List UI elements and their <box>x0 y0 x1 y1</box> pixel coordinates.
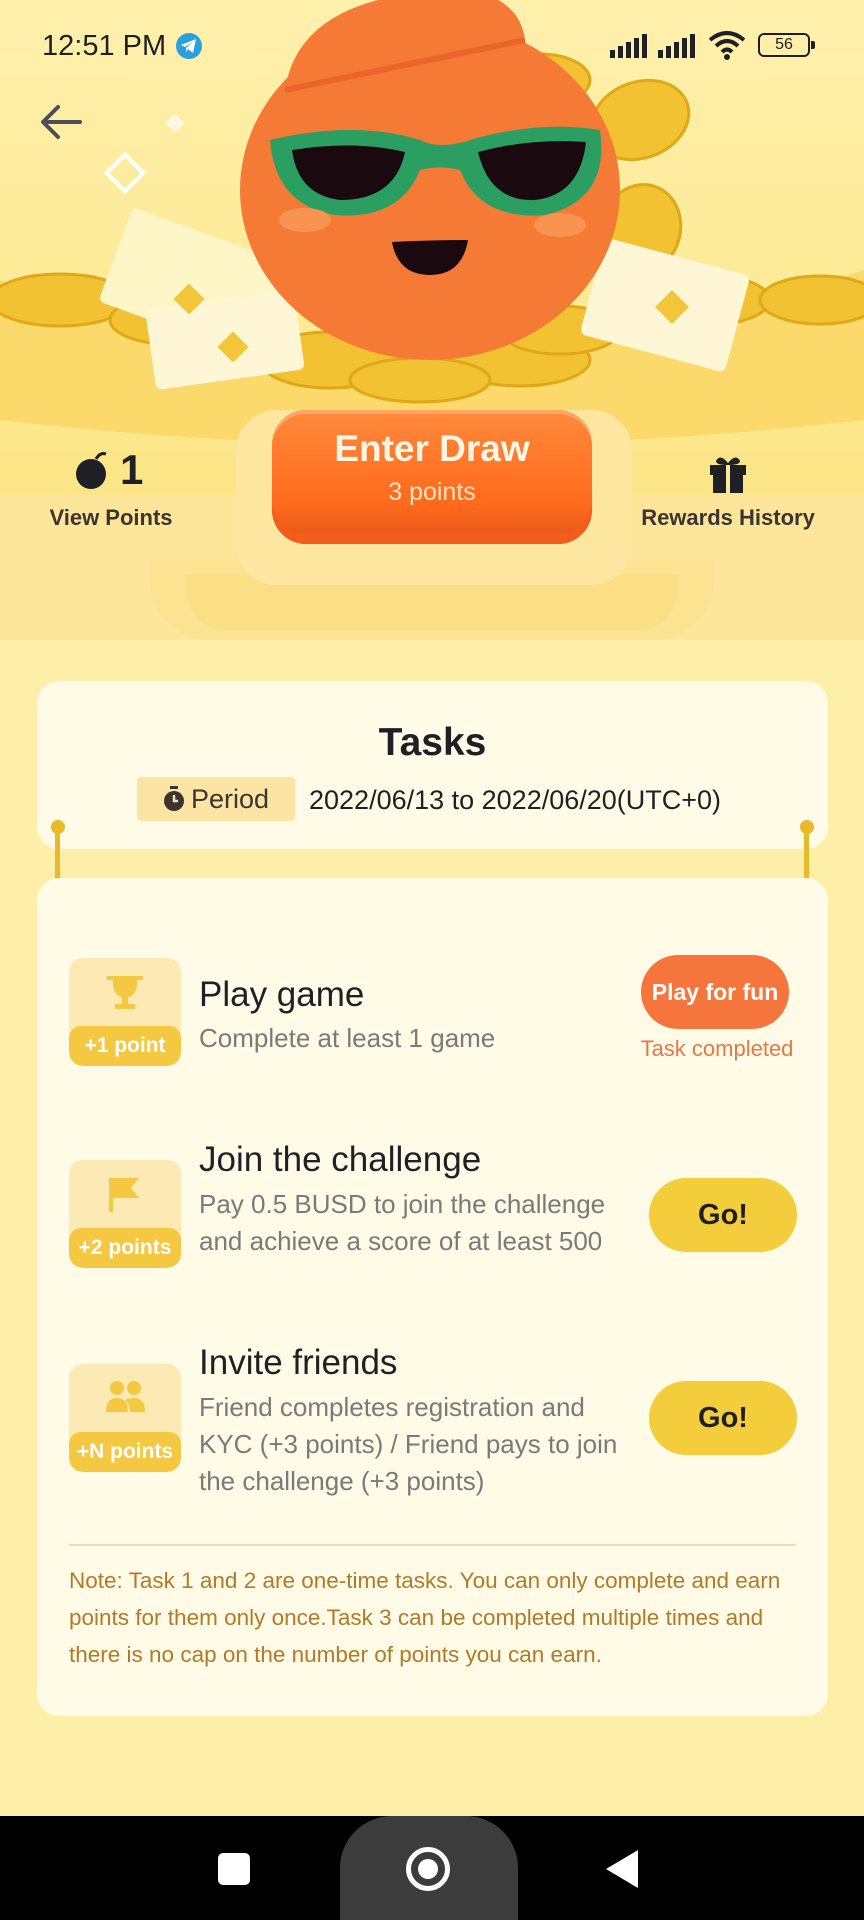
enter-draw-label: Enter Draw <box>334 428 530 469</box>
status-bar: 12:51 PM 56 <box>0 0 864 90</box>
wifi-icon <box>708 31 746 60</box>
enter-draw-button[interactable]: Enter Draw 3 points <box>272 410 592 544</box>
task-description: Complete at least 1 game <box>199 1023 496 1053</box>
points-badge: +1 point <box>69 1026 181 1066</box>
task-badge: +N points <box>69 1364 181 1472</box>
tasks-header-card: Tasks Period 2022/06/13 to 2022/06/20(UT… <box>37 681 828 849</box>
home-circle-icon[interactable] <box>406 1847 450 1891</box>
go-button[interactable]: Go! <box>649 1178 797 1252</box>
back-arrow-icon[interactable] <box>36 100 86 144</box>
task-title: Invite friends <box>199 1343 398 1382</box>
task-description: Friend completes registration and KYC (+… <box>199 1392 618 1496</box>
tasks-note: Note: Task 1 and 2 are one-time tasks. Y… <box>69 1568 781 1667</box>
timer-icon <box>164 786 184 811</box>
task-status: Task completed <box>640 1036 794 1061</box>
view-points-label[interactable]: View Points <box>30 505 192 531</box>
task-badge: +2 points <box>69 1160 181 1268</box>
period-label: Period <box>191 783 270 814</box>
view-points-button[interactable]: 1 <box>74 446 144 493</box>
hanger-cap-right-top <box>800 820 814 834</box>
divider <box>69 1544 796 1546</box>
signal-icon-2 <box>658 34 695 58</box>
flag-icon <box>109 1178 139 1212</box>
status-time: 12:51 PM <box>42 30 167 62</box>
tasks-card: +1 point Play game Complete at least 1 g… <box>37 878 828 1716</box>
play-for-fun-button[interactable]: Play for fun <box>641 955 789 1029</box>
users-icon <box>106 1381 145 1412</box>
tasks-title: Tasks <box>378 721 487 764</box>
rewards-history-link[interactable]: Rewards History <box>630 505 826 531</box>
task-title: Play game <box>199 975 365 1014</box>
recents-square-icon[interactable] <box>218 1853 250 1885</box>
task-description: Pay 0.5 BUSD to join the challenge and a… <box>199 1189 606 1256</box>
task-badge: +1 point <box>69 958 181 1066</box>
signal-icon-1 <box>610 34 647 58</box>
points-badge: +N points <box>69 1432 181 1472</box>
period-range: 2022/06/13 to 2022/06/20(UTC+0) <box>309 785 722 815</box>
bomb-icon <box>76 452 107 489</box>
gift-icon[interactable] <box>708 455 748 493</box>
trophy-icon <box>107 976 143 1009</box>
points-badge: +2 points <box>69 1228 181 1268</box>
back-triangle-icon[interactable] <box>606 1850 638 1888</box>
enter-draw-cost: 3 points <box>388 478 476 506</box>
task-title: Join the challenge <box>199 1140 482 1179</box>
go-button[interactable]: Go! <box>649 1381 797 1455</box>
points-value: 1 <box>120 446 144 493</box>
period-badge: Period <box>137 777 295 821</box>
system-nav-bar <box>0 1816 864 1920</box>
battery-icon: 56 <box>758 33 815 57</box>
hanger-cap-left-top <box>51 820 65 834</box>
telegram-icon <box>176 33 202 59</box>
